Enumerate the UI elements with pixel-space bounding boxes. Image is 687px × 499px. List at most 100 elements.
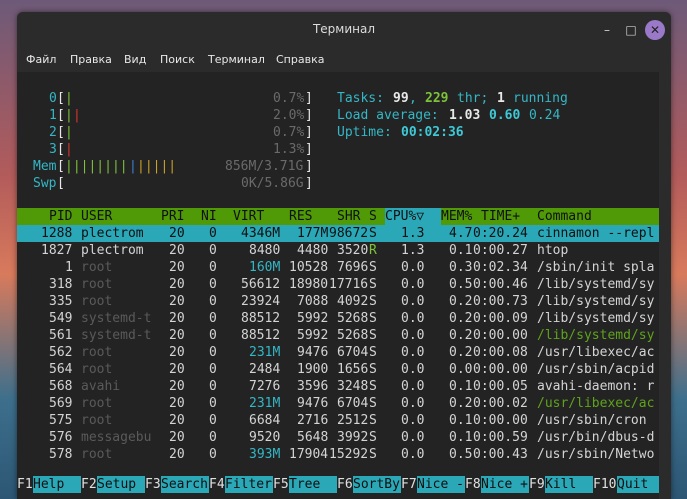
- fkey-f9[interactable]: F9: [529, 476, 545, 493]
- table-row[interactable]: 561 systemd-t 20 0 88512 5992 5268 S 0.0 0.2 0:00.…: [17, 327, 659, 344]
- menu-search[interactable]: Поиск: [160, 53, 195, 66]
- cell-user: root: [81, 260, 113, 275]
- menu-edit[interactable]: Правка: [70, 53, 112, 66]
- cell-shr: 3248: [337, 379, 369, 394]
- load-1: 1.03: [449, 108, 481, 123]
- col-res[interactable]: RES: [289, 208, 312, 225]
- table-row[interactable]: 575 root 20 0 6684 2716 2512 S 0.0 0.1 0:00.00/usr…: [17, 412, 659, 429]
- col-cpu-sorted[interactable]: CPU%▽: [385, 208, 441, 225]
- table-row[interactable]: 318 root 20 0 56612 18980 17716 S 0.0 0.5 0:00.46 /…: [17, 276, 659, 293]
- cell-mem: 0.1: [449, 243, 473, 258]
- fkey-label-f2[interactable]: Setup: [97, 476, 145, 493]
- col-virt[interactable]: VIRT: [233, 208, 264, 225]
- col-time[interactable]: TIME+: [481, 208, 520, 225]
- cell-user: plectrom: [81, 243, 144, 258]
- fkey-f7[interactable]: F7: [401, 476, 417, 493]
- cell-state: S: [369, 328, 377, 343]
- fkey-label-f3[interactable]: Search: [161, 476, 209, 493]
- cell-pri: 20: [169, 345, 185, 360]
- cell-command: htop: [537, 243, 569, 258]
- cell-virt: 6684: [249, 413, 281, 428]
- load-5: 0.60: [489, 108, 521, 123]
- cell-time: 0:00.46: [473, 277, 528, 292]
- mem-meter: Mem [ |||||||| | ||||| 856M/3.71G ]: [17, 158, 659, 175]
- table-row[interactable]: 549 systemd-t 20 0 88512 5992 5268 S 0.0 0.2 0:00.…: [17, 310, 659, 327]
- cell-time: 0:02.34: [473, 260, 528, 275]
- cell-pid: 1288: [41, 226, 73, 241]
- cell-state: S: [369, 345, 377, 360]
- table-row[interactable]: 1 root 20 0 160M 10528 7696 S 0.0 0.3 0:02.34/sbin…: [17, 259, 659, 276]
- table-row[interactable]: 578 root 20 0 393M 17904 15292 S 0.0 0.5 0:00.43/u…: [17, 446, 659, 463]
- fkey-f10[interactable]: F10: [593, 476, 616, 493]
- fkey-f4[interactable]: F4: [209, 476, 225, 493]
- menu-file[interactable]: Файл: [26, 53, 56, 66]
- cell-cpu: 0.0: [401, 396, 425, 411]
- col-shr[interactable]: SHR: [337, 208, 360, 225]
- col-pri[interactable]: PRI: [161, 208, 184, 225]
- cell-state: S: [369, 226, 377, 241]
- menu-help[interactable]: Справка: [276, 53, 324, 66]
- cell-time: 0:00.09: [473, 311, 528, 326]
- cell-cpu: 1.3: [401, 226, 425, 241]
- cell-pid: 564: [49, 362, 73, 377]
- cell-virt: 8480: [249, 243, 281, 258]
- fkey-label-f10[interactable]: Quit: [617, 476, 665, 493]
- fkey-label-f9[interactable]: Kill: [545, 476, 593, 493]
- table-row[interactable]: 569 root 20 0 231M 9476 6704 S 0.0 0.2 0:00.02/usr…: [17, 395, 659, 412]
- cell-time: 0:00.59: [473, 430, 528, 445]
- scrollbar[interactable]: [659, 72, 671, 499]
- fkey-label-f6[interactable]: SortBy: [353, 476, 401, 493]
- cpu-meter-3: 3 [ | 1.3% ]: [17, 141, 659, 158]
- cell-pri: 20: [169, 226, 185, 241]
- fkey-f3[interactable]: F3: [145, 476, 161, 493]
- cell-time: 0:00.73: [473, 294, 528, 309]
- col-state[interactable]: S: [369, 208, 377, 225]
- minimize-button[interactable]: –: [597, 20, 617, 40]
- cell-pid: 335: [49, 294, 73, 309]
- fkey-label-f4[interactable]: Filter: [225, 476, 273, 493]
- maximize-button[interactable]: □: [621, 20, 641, 40]
- fkey-f6[interactable]: F6: [337, 476, 353, 493]
- col-user[interactable]: USER: [81, 208, 112, 225]
- cell-user: root: [81, 396, 113, 411]
- table-row[interactable]: 576 messagebu 20 0 9520 5648 3992 S 0.0 0.1 0:00.5…: [17, 429, 659, 446]
- cell-pid: 549: [49, 311, 73, 326]
- cell-pid: 1: [65, 260, 73, 275]
- table-row[interactable]: 564 root 20 0 2484 1900 1656 S 0.0 0.0 0:00.00/usr…: [17, 361, 659, 378]
- cell-shr: 6704: [337, 396, 369, 411]
- fkey-f2[interactable]: F2: [81, 476, 97, 493]
- cell-pid: 318: [49, 277, 73, 292]
- cell-shr: 4092: [337, 294, 369, 309]
- cell-pri: 20: [169, 311, 185, 326]
- table-row[interactable]: 335 root 20 0 23924 7088 4092 S 0.0 0.2 0:00.73/li…: [17, 293, 659, 310]
- cell-command: /lib/systemd/sy: [537, 277, 655, 292]
- fkey-label-f8[interactable]: Nice +: [481, 476, 529, 493]
- col-ni[interactable]: NI: [201, 208, 217, 225]
- cell-command: /usr/sbin/acpid: [537, 362, 655, 377]
- fkey-label-f1[interactable]: Help: [33, 476, 81, 493]
- cell-mem: 0.1: [449, 430, 473, 445]
- col-pid[interactable]: PID: [49, 208, 72, 225]
- fkey-f1[interactable]: F1: [17, 476, 33, 493]
- fkey-label-f7[interactable]: Nice -: [417, 476, 465, 493]
- cell-pri: 20: [169, 277, 185, 292]
- table-row[interactable]: 568 avahi 20 0 7276 3596 3248 S 0.0 0.1 0:00.05 ava…: [17, 378, 659, 395]
- mem-value: 856M/3.71G: [225, 159, 304, 174]
- table-row[interactable]: 562 root 20 0 231M 9476 6704 S 0.0 0.2 0:00.08/usr…: [17, 344, 659, 361]
- cell-cpu: 0.0: [401, 413, 425, 428]
- cell-virt: 56612: [241, 277, 281, 292]
- title-bar[interactable]: Терминал – □ ✕: [17, 12, 671, 48]
- table-row[interactable]: 1827 plectrom 20 0 8480 4480 3520 R 1.3 0.1 0:00.2…: [17, 242, 659, 259]
- col-mem[interactable]: MEM%: [441, 208, 472, 225]
- function-key-bar: F1 Help F2 Setup F3 Search F4 Filter F5 Tree F6 Sor…: [17, 476, 665, 493]
- menu-terminal[interactable]: Терминал: [208, 53, 265, 66]
- fkey-f8[interactable]: F8: [465, 476, 481, 493]
- cell-user: root: [81, 294, 113, 309]
- fkey-label-f5[interactable]: Tree: [289, 476, 337, 493]
- fkey-f5[interactable]: F5: [273, 476, 289, 493]
- menu-view[interactable]: Вид: [124, 53, 146, 66]
- terminal-area[interactable]: 0 [ | 0.7% ] 1 [ | | 2.0% ] 2 [ | 0.7% ]…: [17, 72, 665, 499]
- col-command[interactable]: Command: [537, 208, 592, 225]
- close-button[interactable]: ✕: [645, 20, 665, 40]
- table-row[interactable]: 1288 plectrom 20 0 4346M 177M 98672 S 1.3 4.7 0:20…: [17, 225, 659, 242]
